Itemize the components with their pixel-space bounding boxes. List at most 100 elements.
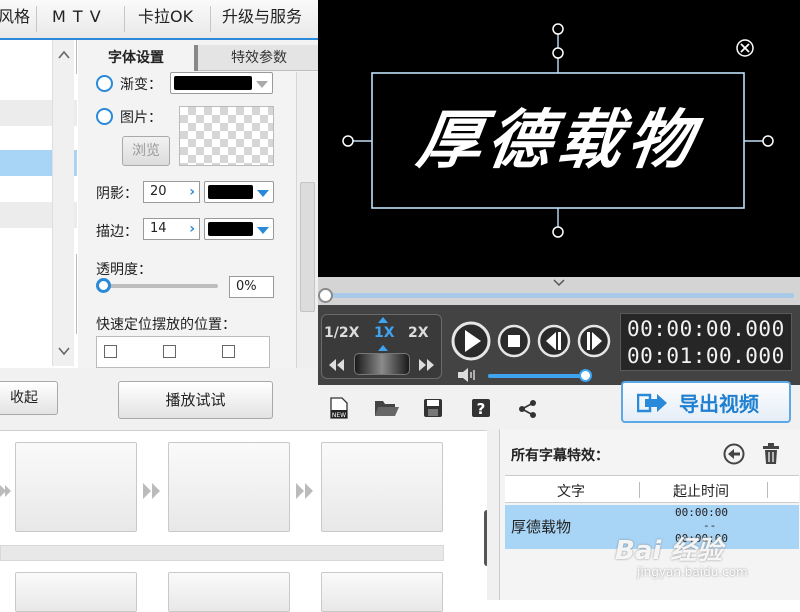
speed-half[interactable]: 1/2X	[324, 325, 359, 341]
export-icon	[637, 393, 667, 413]
svg-text:NEW: NEW	[332, 412, 346, 419]
speed-1x[interactable]: 1X	[374, 325, 395, 341]
caption-text: 厚德载物	[412, 103, 704, 178]
video-preview: 厚德载物	[318, 0, 800, 277]
seek-handle[interactable]	[318, 288, 333, 303]
transport-buttons	[451, 321, 611, 361]
opacity-value-field[interactable]: 0%	[229, 276, 274, 298]
speed-2x[interactable]: 2X	[408, 325, 429, 341]
divider	[0, 430, 487, 431]
close-icon[interactable]	[736, 39, 754, 57]
scrollbar-arrows-icon	[58, 50, 70, 356]
stop-icon[interactable]	[497, 324, 531, 358]
chevron-right-icon	[143, 483, 160, 499]
position-grid	[96, 336, 270, 368]
chevron-down-icon	[257, 190, 269, 197]
chevron-right-icon[interactable]: ›	[189, 182, 195, 202]
time-display: 00:00:00.000 00:01:00.000	[620, 313, 792, 371]
position-label: 快速定位摆放的位置：	[96, 317, 236, 333]
position-cell[interactable]	[104, 345, 117, 358]
storyboard	[0, 430, 500, 612]
stroke-value: 14	[150, 221, 167, 236]
stroke-color-fill	[208, 222, 253, 236]
subtitle-table-header: 文字 起止时间	[505, 475, 799, 503]
file-toolbar: NEW ? 导出视频	[318, 381, 800, 430]
scrollbar-thumb[interactable]	[300, 182, 315, 312]
nav-item-style[interactable]: 风格	[0, 0, 30, 38]
playback-controls: 1/2X 1X 2X 00:00:00.000 00:01:00.000	[318, 305, 800, 385]
column-time: 起止时间	[673, 484, 729, 500]
export-video-button[interactable]: 导出视频	[621, 381, 791, 423]
preview-play-button[interactable]: 播放试试	[118, 381, 273, 419]
gradient-color-picker[interactable]	[170, 72, 273, 94]
storyboard-scrollbar[interactable]	[0, 545, 444, 561]
column-divider	[767, 482, 768, 498]
export-label: 导出视频	[679, 392, 759, 416]
total-time: 00:01:00.000	[627, 344, 785, 368]
position-cell[interactable]	[163, 345, 176, 358]
storyboard-clip[interactable]	[168, 572, 290, 612]
gradient-radio[interactable]	[96, 75, 113, 92]
column-divider	[639, 482, 640, 498]
storyboard-clip[interactable]	[15, 442, 137, 532]
watermark-logo: Bai 经验	[615, 536, 723, 566]
tab-font-settings[interactable]: 字体设置	[78, 45, 198, 71]
next-frame-icon[interactable]	[577, 324, 611, 358]
back-icon[interactable]	[723, 443, 745, 465]
opacity-slider-handle[interactable]	[96, 278, 111, 293]
shadow-color-fill	[208, 185, 253, 199]
chevron-right-icon	[0, 485, 11, 497]
speed-marker-icon	[378, 317, 388, 323]
chevron-down-icon[interactable]	[550, 277, 568, 287]
chevron-right-icon	[296, 483, 313, 499]
chevron-down-icon	[256, 81, 268, 88]
tab-effect-params[interactable]: 特效参数	[200, 45, 318, 71]
speed-marker-icon	[378, 345, 388, 351]
open-folder-icon[interactable]	[374, 398, 400, 418]
opacity-slider-track[interactable]	[96, 284, 218, 288]
volume-icon[interactable]	[456, 367, 478, 383]
fast-forward-icon[interactable]	[417, 358, 435, 372]
shadow-stepper[interactable]: 20 ›	[143, 181, 200, 203]
settings-scrollbar[interactable]	[296, 72, 318, 368]
seek-track[interactable]	[324, 293, 794, 298]
stroke-color-picker[interactable]	[204, 218, 274, 240]
storyboard-clip[interactable]	[321, 572, 443, 612]
svg-text:?: ?	[477, 400, 486, 418]
previous-frame-icon[interactable]	[537, 324, 571, 358]
nav-item-karaoke[interactable]: 卡拉OK	[138, 0, 193, 38]
nav-divider	[124, 6, 125, 32]
list-scrollbar[interactable]	[52, 40, 74, 366]
stroke-stepper[interactable]: 14 ›	[143, 218, 200, 240]
new-file-icon[interactable]: NEW	[328, 397, 350, 419]
help-icon[interactable]: ?	[471, 398, 491, 418]
row-start-time: 00:00:00	[675, 506, 728, 519]
play-icon[interactable]	[451, 321, 491, 361]
nav-divider	[36, 6, 37, 32]
save-icon[interactable]	[423, 398, 443, 418]
volume-slider-handle[interactable]	[579, 369, 592, 382]
browse-button[interactable]: 浏览	[122, 136, 170, 166]
nav-item-mtv[interactable]: M T V	[52, 0, 102, 38]
jog-wheel[interactable]	[354, 353, 410, 375]
column-text: 文字	[557, 484, 585, 500]
rewind-icon[interactable]	[328, 358, 346, 372]
nav-item-upgrade[interactable]: 升级与服务	[222, 0, 302, 38]
settings-tabbar: 字体设置 特效参数	[78, 45, 318, 71]
collapse-button[interactable]: 收起	[0, 381, 58, 415]
chevron-right-icon[interactable]: ›	[189, 219, 195, 239]
image-preview	[179, 106, 274, 166]
stroke-label: 描边：	[96, 224, 138, 240]
position-cell[interactable]	[222, 345, 235, 358]
share-icon[interactable]	[518, 399, 538, 419]
gradient-color-fill	[174, 76, 252, 90]
shadow-value: 20	[150, 184, 167, 199]
storyboard-clip[interactable]	[321, 442, 443, 532]
storyboard-clip[interactable]	[15, 572, 137, 612]
volume-slider[interactable]	[488, 374, 588, 378]
storyboard-clip[interactable]	[168, 442, 290, 532]
trash-icon[interactable]	[761, 443, 781, 465]
shadow-color-picker[interactable]	[204, 181, 274, 203]
image-radio[interactable]	[96, 108, 113, 125]
nav-divider	[210, 6, 211, 32]
